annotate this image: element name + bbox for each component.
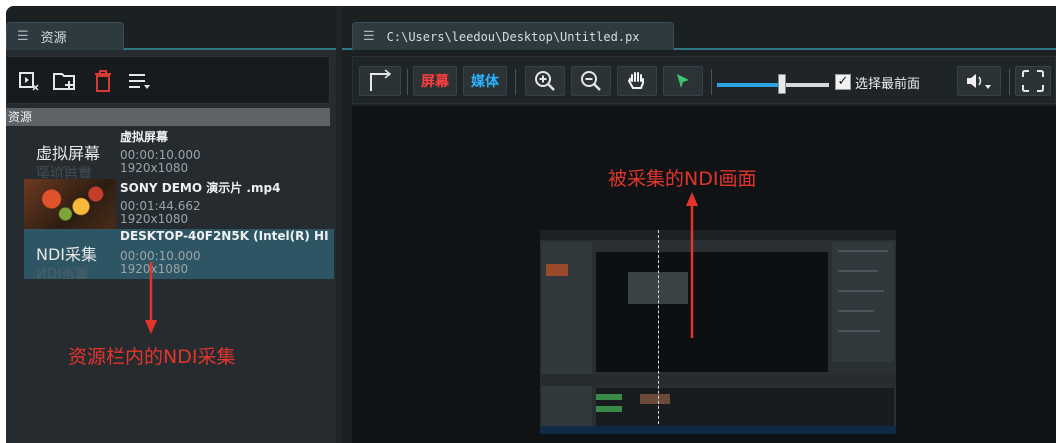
annotation-resource-item: 资源栏内的NDI采集 — [68, 346, 236, 368]
resource-panel: ☰ 资源 资源 虚拟屏幕 虚拟屏幕 虚拟屏幕 00:00:10.000 1920… — [6, 6, 336, 443]
captured-ui-line — [838, 290, 884, 292]
resource-thumbnail: NDI采集 NDI采集 — [24, 229, 116, 279]
tab-project-file-label: C:\Users\leedou\Desktop\Untitled.px — [386, 29, 640, 44]
add-folder-icon[interactable] — [51, 67, 79, 95]
media-button[interactable]: 媒体 — [463, 66, 507, 96]
zoom-slider-fill — [717, 83, 782, 87]
speaker-icon[interactable] — [957, 66, 1001, 96]
thumbnail-label: NDI采集 — [36, 245, 98, 264]
toolbar-separator — [1009, 69, 1010, 95]
resource-tabbar: ☰ 资源 — [6, 6, 336, 50]
toolbar-separator — [515, 69, 516, 95]
resource-resolution: 1920x1080 — [120, 161, 189, 175]
topmost-label: 选择最前面 — [855, 77, 921, 92]
captured-taskbar — [540, 426, 896, 434]
zoom-slider[interactable] — [717, 83, 829, 87]
captured-track-header — [596, 394, 622, 400]
menu-icon[interactable] — [125, 67, 153, 95]
captured-ui-line — [838, 250, 888, 252]
resource-item-ndi-capture[interactable]: NDI采集 NDI采集 DESKTOP-40F2N5K (Intel(R) HI… — [24, 229, 334, 279]
tab-project-file[interactable]: ☰ C:\Users\leedou\Desktop\Untitled.px — [352, 22, 674, 50]
thumbnail-reflection: 虚拟屏幕 — [36, 163, 92, 178]
captured-timeline-toolbar — [540, 374, 896, 386]
select-arrow-icon[interactable] — [663, 66, 703, 96]
captured-ui-line — [838, 310, 874, 312]
add-capture-icon[interactable] — [15, 67, 43, 95]
thumbnail-label: 虚拟屏幕 — [36, 144, 101, 163]
resource-section-header: 资源 — [6, 108, 330, 126]
preview-canvas[interactable]: 被采集的NDI画面 — [352, 106, 1056, 443]
app-window: ☰ 资源 资源 虚拟屏幕 虚拟屏幕 虚拟屏幕 00:00:10.000 1920… — [6, 6, 1056, 443]
captured-clip — [640, 394, 670, 404]
captured-canvas — [596, 252, 828, 372]
resource-resolution: 1920x1080 — [120, 212, 189, 226]
resource-name: DESKTOP-40F2N5K (Intel(R) HI — [120, 229, 329, 243]
list-icon: ☰ — [17, 29, 29, 44]
resource-item-virtual-screen[interactable]: 虚拟屏幕 虚拟屏幕 虚拟屏幕 00:00:10.000 1920x1080 — [24, 128, 334, 178]
annotation-arrow-down — [145, 262, 157, 334]
resource-toolbar — [6, 56, 330, 104]
toolbar-separator — [711, 69, 712, 95]
topmost-checkbox[interactable]: ✓ — [835, 74, 851, 90]
resource-thumbnail: 虚拟屏幕 虚拟屏幕 — [24, 128, 116, 178]
zoom-slider-thumb[interactable] — [777, 74, 786, 94]
tab-resources-label: 资源 — [40, 31, 67, 46]
captured-ui-line — [838, 330, 880, 332]
captured-titlebar — [540, 230, 896, 240]
captured-guide-line — [658, 230, 659, 434]
editor-panel: ☰ C:\Users\leedou\Desktop\Untitled.px 屏幕… — [342, 6, 1056, 443]
captured-track-header — [596, 406, 622, 412]
video-thumbnail-image — [24, 179, 116, 229]
thumbnail-reflection: NDI采集 — [36, 264, 90, 279]
hand-pan-icon[interactable] — [617, 66, 657, 96]
resource-thumbnail — [24, 179, 116, 229]
zoom-in-icon[interactable] — [525, 66, 565, 96]
captured-right-panel — [832, 242, 894, 362]
delete-icon[interactable] — [89, 67, 117, 95]
resource-name: 虚拟屏幕 — [120, 130, 169, 144]
frame-select-icon[interactable] — [1015, 66, 1051, 96]
captured-ndi-picture — [540, 230, 896, 434]
annotation-captured-picture: 被采集的NDI画面 — [608, 168, 757, 190]
annotation-arrow-up — [686, 192, 698, 338]
captured-ui-line — [838, 270, 878, 272]
editor-tabbar: ☰ C:\Users\leedou\Desktop\Untitled.px — [342, 6, 1056, 50]
editor-toolbar: 屏幕 媒体 ✓ 选择最前面 — [352, 56, 1056, 104]
zoom-out-icon[interactable] — [571, 66, 611, 96]
list-icon: ☰ — [363, 29, 375, 44]
captured-thumb — [546, 264, 568, 276]
resource-item-sony-demo[interactable]: SONY DEMO 演示片 .mp4 00:01:44.662 1920x108… — [24, 179, 334, 229]
tab-resources[interactable]: ☰ 资源 — [6, 22, 124, 50]
crop-corner-icon[interactable] — [359, 66, 401, 96]
toolbar-separator — [407, 69, 408, 95]
resource-name: SONY DEMO 演示片 .mp4 — [120, 181, 281, 195]
screen-button[interactable]: 屏幕 — [413, 66, 457, 96]
